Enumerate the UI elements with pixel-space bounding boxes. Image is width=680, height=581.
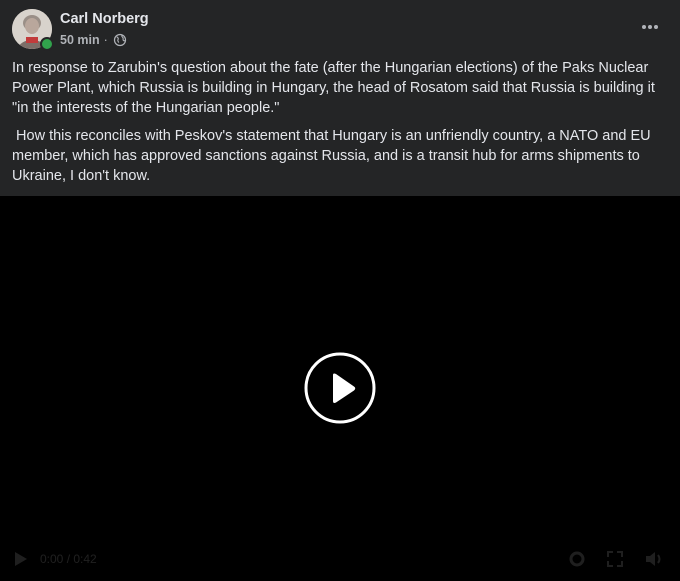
post-meta: 50 min · — [60, 32, 127, 48]
play-circle-icon[interactable] — [304, 352, 376, 424]
more-options-button[interactable] — [634, 12, 666, 42]
fullscreen-icon[interactable] — [606, 549, 624, 569]
meta-separator: · — [103, 33, 108, 47]
globe-icon[interactable] — [113, 33, 127, 47]
post-paragraph: In response to Zarubin's question about … — [12, 60, 655, 116]
post-paragraph: How this reconciles with Peskov's statem… — [12, 128, 655, 184]
author-name[interactable]: Carl Norberg — [60, 11, 149, 27]
post-text: In response to Zarubin's question about … — [12, 58, 672, 186]
settings-icon[interactable] — [568, 549, 586, 569]
video-time: 0:00 / 0:42 — [40, 552, 97, 566]
online-status-dot — [40, 37, 54, 51]
volume-icon[interactable] — [644, 549, 664, 569]
video-player[interactable]: 0:00 / 0:42 — [0, 196, 680, 581]
video-controls: 0:00 / 0:42 — [0, 537, 680, 581]
more-icon — [642, 25, 658, 29]
post-header: Carl Norberg 50 min · — [0, 0, 680, 56]
play-icon[interactable] — [14, 549, 28, 569]
post-timestamp[interactable]: 50 min — [60, 33, 100, 47]
